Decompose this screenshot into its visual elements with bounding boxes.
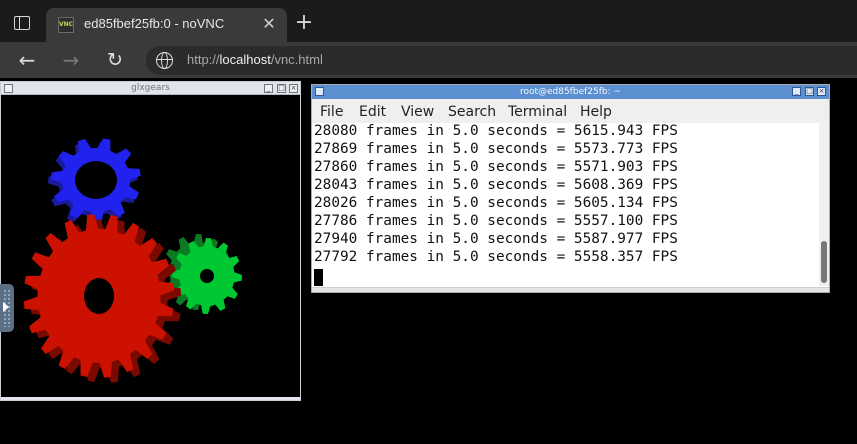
glxgears-window[interactable]: glxgears _ □ × — [0, 81, 301, 401]
tab-title: ed85fbef25fb:0 - noVNC — [84, 16, 225, 31]
new-tab-button[interactable]: + — [292, 12, 316, 36]
tab-close-icon[interactable]: ✕ — [259, 14, 279, 34]
menu-file[interactable]: File — [320, 104, 343, 120]
maximize-icon[interactable]: □ — [277, 84, 286, 93]
tab-strip-icon[interactable] — [14, 16, 30, 30]
glxgears-bottom-border — [1, 397, 300, 400]
reload-icon[interactable]: ↻ — [102, 47, 128, 73]
forward-arrow-icon[interactable]: → — [58, 47, 84, 73]
glxgears-render — [1, 96, 300, 400]
browser-tab[interactable]: VNC ed85fbef25fb:0 - noVNC ✕ — [46, 8, 287, 42]
terminal-line: 27940 frames in 5.0 seconds = 5587.977 F… — [314, 231, 678, 247]
minimize-icon[interactable]: _ — [264, 84, 273, 93]
terminal-line: 27869 frames in 5.0 seconds = 5573.773 F… — [314, 141, 678, 157]
terminal-titlebar[interactable]: root@ed85fbef25fb: ~ _ □ × — [312, 85, 829, 99]
terminal-window[interactable]: root@ed85fbef25fb: ~ _ □ × File Edit Vie… — [311, 84, 830, 293]
terminal-line: 27786 frames in 5.0 seconds = 5557.100 F… — [314, 213, 678, 229]
terminal-menubar: File Edit View Search Terminal Help — [312, 99, 829, 123]
menu-view[interactable]: View — [401, 104, 434, 120]
close-icon[interactable]: × — [289, 84, 298, 93]
novnc-control-bar-handle[interactable] — [0, 284, 14, 332]
address-bar[interactable]: http://localhost/vnc.html — [146, 46, 857, 75]
url-path: /vnc.html — [270, 52, 323, 67]
gear-red-hole — [84, 278, 114, 314]
close-icon[interactable]: × — [817, 87, 826, 96]
maximize-icon[interactable]: □ — [805, 87, 814, 96]
terminal-title: root@ed85fbef25fb: ~ — [519, 87, 622, 97]
menu-terminal[interactable]: Terminal — [508, 104, 567, 120]
glxgears-title: glxgears — [131, 83, 170, 93]
terminal-line: 28026 frames in 5.0 seconds = 5605.134 F… — [314, 195, 678, 211]
browser-nav-bar: ← → ↻ http://localhost/vnc.html — [0, 42, 857, 78]
url-prefix: http:// — [187, 52, 220, 67]
terminal-line: 28043 frames in 5.0 seconds = 5608.369 F… — [314, 177, 678, 193]
glxgears-titlebar[interactable]: glxgears _ □ × — [1, 82, 300, 95]
terminal-scrollbar[interactable] — [819, 123, 829, 286]
terminal-line: 28080 frames in 5.0 seconds = 5615.943 F… — [314, 123, 678, 139]
url-text[interactable]: http://localhost/vnc.html — [187, 52, 323, 67]
red-gear — [23, 214, 175, 378]
menu-edit[interactable]: Edit — [359, 104, 386, 120]
back-arrow-icon[interactable]: ← — [14, 47, 40, 73]
terminal-bottom-border — [312, 287, 829, 292]
novnc-favicon-icon: VNC — [58, 17, 74, 33]
scrollbar-thumb[interactable] — [821, 241, 827, 283]
url-host: localhost — [219, 52, 271, 67]
menu-search[interactable]: Search — [448, 104, 496, 120]
terminal-line: 27792 frames in 5.0 seconds = 5558.357 F… — [314, 249, 678, 265]
gear-blue-hole — [75, 161, 117, 199]
terminal-output[interactable]: 28080 frames in 5.0 seconds = 5615.943 F… — [312, 123, 819, 286]
terminal-line: 27860 frames in 5.0 seconds = 5571.903 F… — [314, 159, 678, 175]
vnc-canvas[interactable]: glxgears _ □ × root@ed85fbef25fb: ~ _ □ — [0, 78, 857, 444]
menu-help[interactable]: Help — [580, 104, 612, 120]
globe-icon[interactable] — [156, 52, 173, 69]
browser-tab-bar: VNC ed85fbef25fb:0 - noVNC ✕ + — [0, 0, 857, 42]
expand-arrow-icon — [3, 302, 9, 312]
minimize-icon[interactable]: _ — [792, 87, 801, 96]
terminal-cursor — [314, 269, 323, 286]
gear-green-hole — [200, 269, 214, 283]
